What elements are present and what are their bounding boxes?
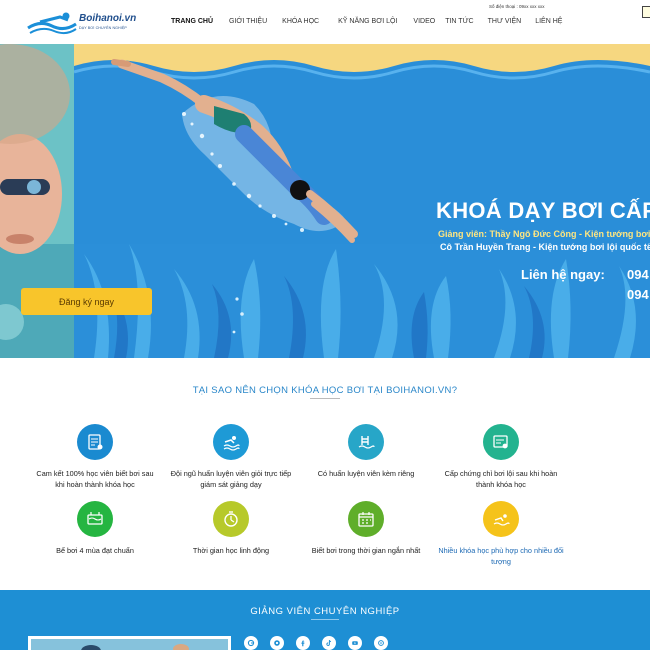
feature-text: Có huấn luyện viên kèm riêng: [317, 469, 415, 478]
instructors-section: GIẢNG VIÊN CHUYÊN NGHIỆP: [0, 590, 650, 650]
feature-item: Cấp chứng chỉ bơi lội sau khi hoàn thành…: [431, 424, 571, 490]
feature-item: Thời gian học linh động: [161, 501, 301, 556]
swimmer-logo-icon: [27, 12, 77, 35]
facebook-icon[interactable]: [296, 636, 310, 650]
swimming-icon: [483, 501, 519, 537]
feature-text: Cam kết 100% học viên biết bơi sau khi h…: [36, 469, 154, 489]
mail-icon[interactable]: [374, 636, 388, 650]
feature-text-link[interactable]: Nhiều khóa học phù hợp cho nhiều đối tượ…: [431, 545, 571, 567]
nav-tin-tuc[interactable]: TIN TỨC: [445, 18, 473, 25]
teacher-line-2: Cô Trần Huyền Trang - Kiện tướng bơi lội…: [440, 242, 650, 252]
register-button[interactable]: Đăng ký ngay: [21, 288, 152, 315]
diploma-icon: [483, 424, 519, 460]
nav-video[interactable]: VIDEO: [413, 18, 435, 25]
google-icon[interactable]: [244, 636, 258, 650]
instructor-photo-card[interactable]: [28, 636, 231, 650]
pool-ladder-icon: [348, 424, 384, 460]
feature-text: Biết bơi trong thời gian ngắn nhất: [311, 546, 421, 555]
tiktok-icon[interactable]: [322, 636, 336, 650]
feature-item: Bể bơi 4 mùa đạt chuẩn: [25, 501, 165, 556]
site-logo[interactable]: Boihanoi.vn DẠY BƠI CHUYÊN NGHIỆP: [26, 8, 136, 36]
stopwatch-icon: [213, 501, 249, 537]
logo-subtitle: DẠY BƠI CHUYÊN NGHIỆP: [79, 26, 127, 30]
logo-text: Boihanoi.vn: [79, 13, 137, 24]
pool-icon: [77, 501, 113, 537]
instagram-icon[interactable]: [270, 636, 284, 650]
social-links: [244, 636, 388, 650]
calendar-icon: [348, 501, 384, 537]
youtube-icon[interactable]: [348, 636, 362, 650]
feature-item: Cam kết 100% học viên biết bơi sau khi h…: [25, 424, 165, 490]
instructors-title: GIẢNG VIÊN CHUYÊN NGHIỆP: [250, 606, 400, 617]
teacher-line-1: Giảng viên: Thầy Ngô Đức Công - Kiện tướ…: [438, 229, 650, 239]
hero-banner: KHOÁ DẠY BƠI CẤP Giảng viên: Thầy Ngô Đứ…: [0, 44, 650, 358]
feature-item: Có huấn luyện viên kèm riêng: [296, 424, 436, 479]
contact-phone-2[interactable]: 094: [627, 287, 649, 302]
nav-khoa-hoc[interactable]: KHÓA HỌC: [282, 18, 319, 25]
nav-lien-he[interactable]: LIÊN HỆ: [535, 18, 562, 25]
feature-item: Biết bơi trong thời gian ngắn nhất: [296, 501, 436, 556]
corner-widget[interactable]: [642, 6, 650, 18]
header-phone: Số điện thoại : 09xx xxx xxx: [489, 4, 545, 9]
why-section-title: TẠI SAO NÊN CHỌN KHÓA HỌC BƠI TẠI BOIHAN…: [192, 385, 458, 396]
page: Boihanoi.vn DẠY BƠI CHUYÊN NGHIỆP Số điệ…: [0, 0, 650, 650]
feature-item: Nhiều khóa học phù hợp cho nhiều đối tượ…: [431, 501, 571, 567]
feature-text: Cấp chứng chỉ bơi lội sau khi hoàn thành…: [444, 469, 558, 489]
feature-text: Thời gian học linh động: [192, 546, 270, 555]
nav-trang-chu[interactable]: TRANG CHỦ: [171, 18, 213, 25]
nav-gioi-thieu[interactable]: GIỚI THIỆU: [229, 18, 267, 25]
main-nav: TRANG CHỦ GIỚI THIỆU KHÓA HỌC KỸ NĂNG BƠ…: [160, 18, 562, 25]
section-divider: [311, 619, 339, 620]
feature-text: Bể bơi 4 mùa đạt chuẩn: [56, 546, 134, 555]
site-header: Boihanoi.vn DẠY BƠI CHUYÊN NGHIỆP Số điệ…: [0, 0, 650, 44]
section-divider: [310, 398, 340, 399]
feature-item: Đội ngũ huấn luyện viên giỏi trực tiếp g…: [161, 424, 301, 490]
nav-thu-vien[interactable]: THƯ VIỆN: [488, 18, 522, 25]
swimmer-icon: [213, 424, 249, 460]
nav-ky-nang-boi-loi[interactable]: KỸ NĂNG BƠI LỘI: [338, 18, 397, 25]
instructor-photo: [31, 639, 228, 650]
course-title: KHOÁ DẠY BƠI CẤP: [436, 198, 650, 223]
certificate-icon: [77, 424, 113, 460]
contact-phone-1[interactable]: 094: [627, 267, 649, 282]
contact-label: Liên hệ ngay:: [521, 267, 605, 282]
feature-text: Đội ngũ huấn luyện viên giỏi trực tiếp g…: [170, 469, 292, 489]
